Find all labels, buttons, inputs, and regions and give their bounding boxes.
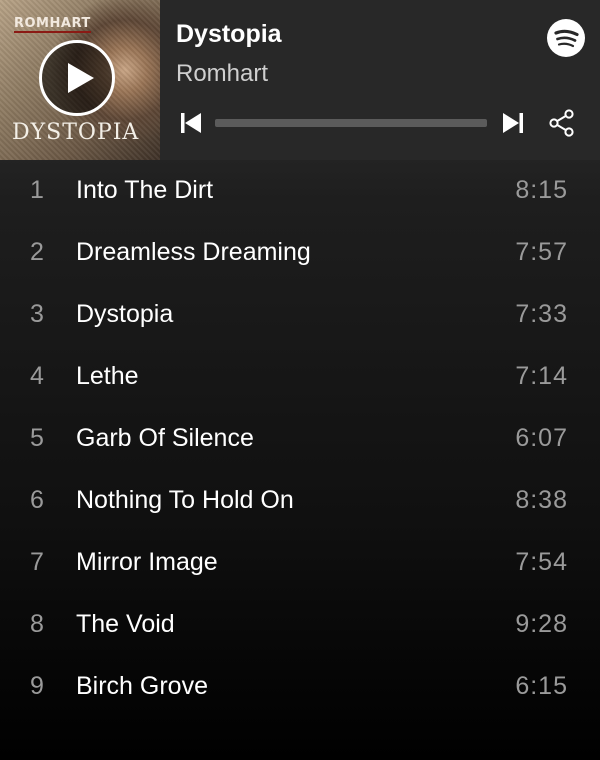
spotify-logo-icon[interactable] [547,19,585,57]
track-number: 1 [30,176,44,204]
spotify-embed-player: ROMHART DYSTOPIA Dystopia Romhart 1 Into… [0,0,600,760]
track-number: 9 [30,672,44,700]
artist-name[interactable]: Romhart [176,60,268,88]
track-number: 5 [30,424,44,452]
track-duration: 6:07 [515,424,568,452]
track-title: Nothing To Hold On [76,486,294,514]
track-duration: 7:33 [515,300,568,328]
track-row[interactable]: 9 Birch Grove 6:15 [0,656,600,718]
share-icon[interactable] [547,108,577,138]
track-duration: 7:14 [515,362,568,390]
progress-bar[interactable] [215,119,487,127]
track-duration: 9:28 [515,610,568,638]
track-row[interactable]: 1 Into The Dirt 8:15 [0,160,600,222]
track-number: 6 [30,486,44,514]
album-cover[interactable]: ROMHART DYSTOPIA [0,0,160,160]
skip-next-icon[interactable] [500,110,526,136]
track-row[interactable]: 6 Nothing To Hold On 8:38 [0,470,600,532]
track-duration: 7:57 [515,238,568,266]
play-button[interactable] [39,40,115,116]
track-duration: 6:15 [515,672,568,700]
track-title: Mirror Image [76,548,218,576]
track-number: 8 [30,610,44,638]
track-title: Garb Of Silence [76,424,254,452]
track-number: 4 [30,362,44,390]
track-duration: 7:54 [515,548,568,576]
album-title[interactable]: Dystopia [176,20,282,49]
track-title: Into The Dirt [76,176,214,204]
cover-title-text: DYSTOPIA [12,120,140,145]
track-row[interactable]: 4 Lethe 7:14 [0,346,600,408]
track-number: 2 [30,238,44,266]
track-list: 1 Into The Dirt 8:15 2 Dreamless Dreaming 7:5… [0,160,600,718]
player-header: ROMHART DYSTOPIA Dystopia Romhart [0,0,600,160]
track-duration: 8:15 [515,176,568,204]
track-number: 3 [30,300,44,328]
track-number: 7 [30,548,44,576]
track-title: Dystopia [76,300,174,328]
track-title: Birch Grove [76,672,208,700]
track-title: Lethe [76,362,139,390]
skip-previous-icon[interactable] [178,110,204,136]
track-row[interactable]: 7 Mirror Image 7:54 [0,532,600,594]
track-title: Dreamless Dreaming [76,238,311,266]
cover-brand-text: ROMHART [14,16,91,33]
track-row[interactable]: 5 Garb Of Silence 6:07 [0,408,600,470]
track-title: The Void [76,610,175,638]
play-icon [68,63,94,93]
track-row[interactable]: 3 Dystopia 7:33 [0,284,600,346]
track-row[interactable]: 8 The Void 9:28 [0,594,600,656]
track-row[interactable]: 2 Dreamless Dreaming 7:57 [0,222,600,284]
track-duration: 8:38 [515,486,568,514]
